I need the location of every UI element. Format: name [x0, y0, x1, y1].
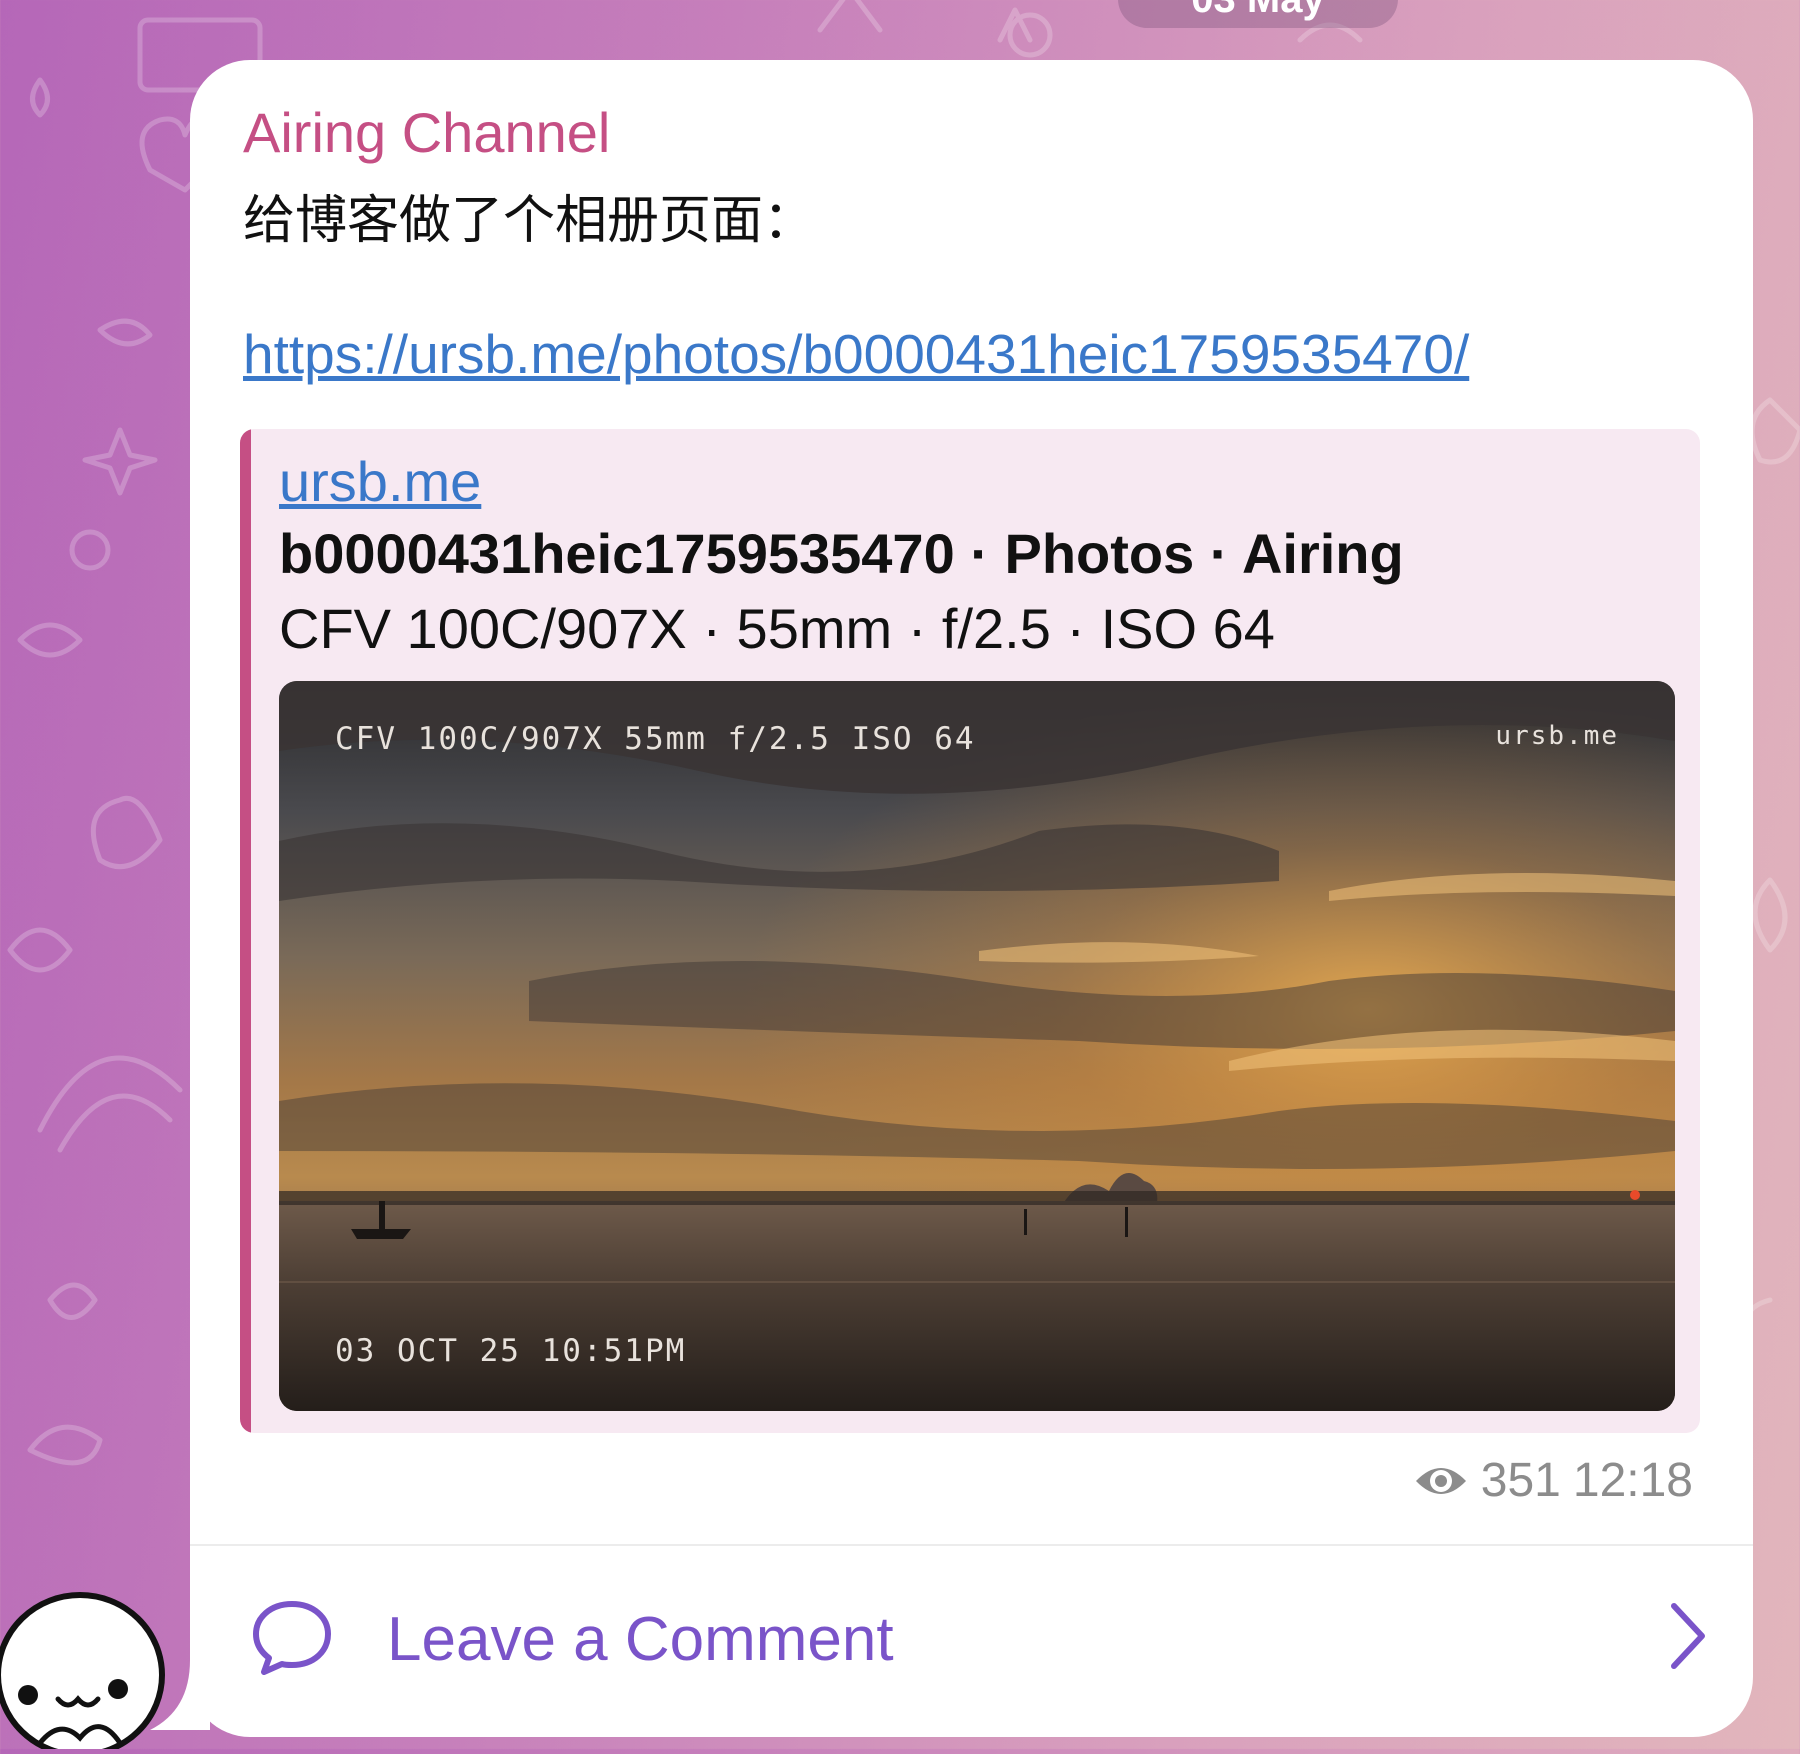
leave-comment-button[interactable]: Leave a Comment [190, 1548, 1753, 1723]
link-preview-site[interactable]: ursb.me [279, 449, 481, 514]
link-preview-photo[interactable]: CFV 100C/907X 55mm f/2.5 ISO 64 ursb.me … [279, 681, 1675, 1411]
chevron-right-icon [1671, 1603, 1705, 1669]
message-time: 12:18 [1572, 1454, 1693, 1507]
link-preview[interactable]: ursb.me b0000431heic1759535470 · Photos … [240, 429, 1700, 1433]
link-preview-title: b0000431heic1759535470 · Photos · Airing [279, 522, 1404, 585]
comment-divider [190, 1544, 1753, 1546]
view-count: 351 [1480, 1454, 1561, 1507]
leave-comment-label: Leave a Comment [387, 1605, 894, 1674]
photo-overlay-date: 03 OCT 25 10:51PM [335, 1333, 687, 1369]
message-meta: 351 12:18 [1413, 1453, 1693, 1508]
sunset-photo [279, 681, 1675, 1411]
photo-overlay-camera: CFV 100C/907X 55mm f/2.5 ISO 64 [335, 721, 976, 757]
channel-name[interactable]: Airing Channel [243, 100, 610, 165]
date-pill: 03 May [1118, 0, 1398, 28]
message-text: 给博客做了个相册页面： [243, 191, 816, 251]
comment-bubble-icon [253, 1601, 331, 1675]
link-preview-accent-bar [240, 429, 251, 1433]
channel-post-bubble: Airing Channel 给博客做了个相册页面： https://ursb.… [190, 60, 1753, 1737]
link-preview-description: CFV 100C/907X · 55mm · f/2.5 · ISO 64 [279, 597, 1275, 660]
channel-avatar[interactable] [0, 1565, 170, 1754]
photo-overlay-site: ursb.me [1495, 721, 1619, 751]
eye-icon [1415, 1467, 1466, 1494]
message-link[interactable]: https://ursb.me/photos/b0000431heic17595… [243, 322, 1469, 386]
